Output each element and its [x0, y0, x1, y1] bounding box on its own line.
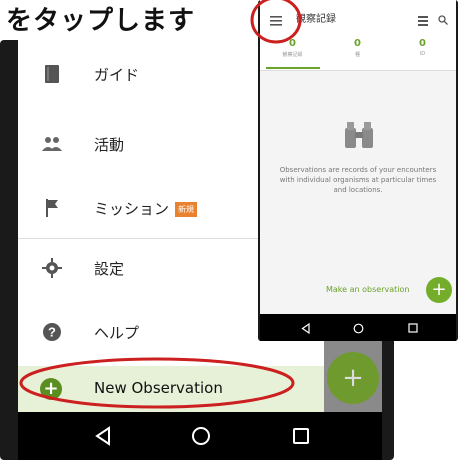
highlight-menu-button	[250, 0, 302, 44]
highlight-overlay-menu	[250, 0, 302, 44]
